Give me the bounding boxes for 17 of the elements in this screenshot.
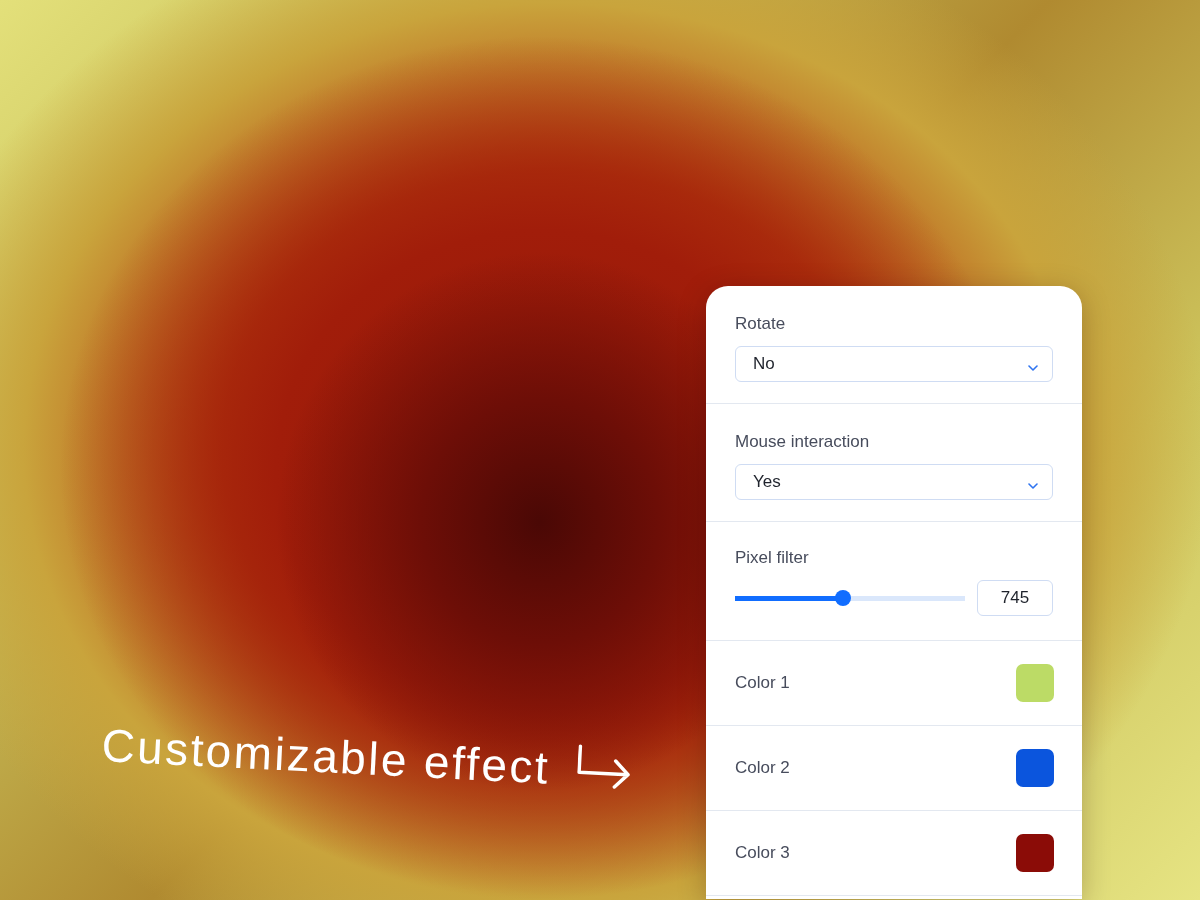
chevron-down-icon xyxy=(1028,482,1038,489)
number-field[interactable]: 745 xyxy=(977,580,1053,616)
chevron-down-icon xyxy=(1028,364,1038,371)
color-swatch-icon[interactable] xyxy=(1016,664,1054,702)
setting-label: Pixel filter xyxy=(735,548,809,568)
slider-thumb[interactable] xyxy=(835,590,852,606)
setting-label: Mouse interaction xyxy=(735,432,870,452)
color-swatch-icon[interactable] xyxy=(1016,834,1054,872)
dropdown[interactable]: Yes xyxy=(735,464,1053,500)
caption-text: Customizable effect xyxy=(100,722,552,791)
color-swatch-icon[interactable] xyxy=(1016,749,1054,787)
dropdown[interactable]: No xyxy=(735,346,1053,382)
setting-label: Rotate xyxy=(735,314,786,334)
setting-label: Color 1 xyxy=(735,673,790,693)
setting-label: Color 2 xyxy=(735,758,790,778)
setting-label: Color 3 xyxy=(735,843,790,863)
corner-arrow-icon xyxy=(576,744,633,791)
